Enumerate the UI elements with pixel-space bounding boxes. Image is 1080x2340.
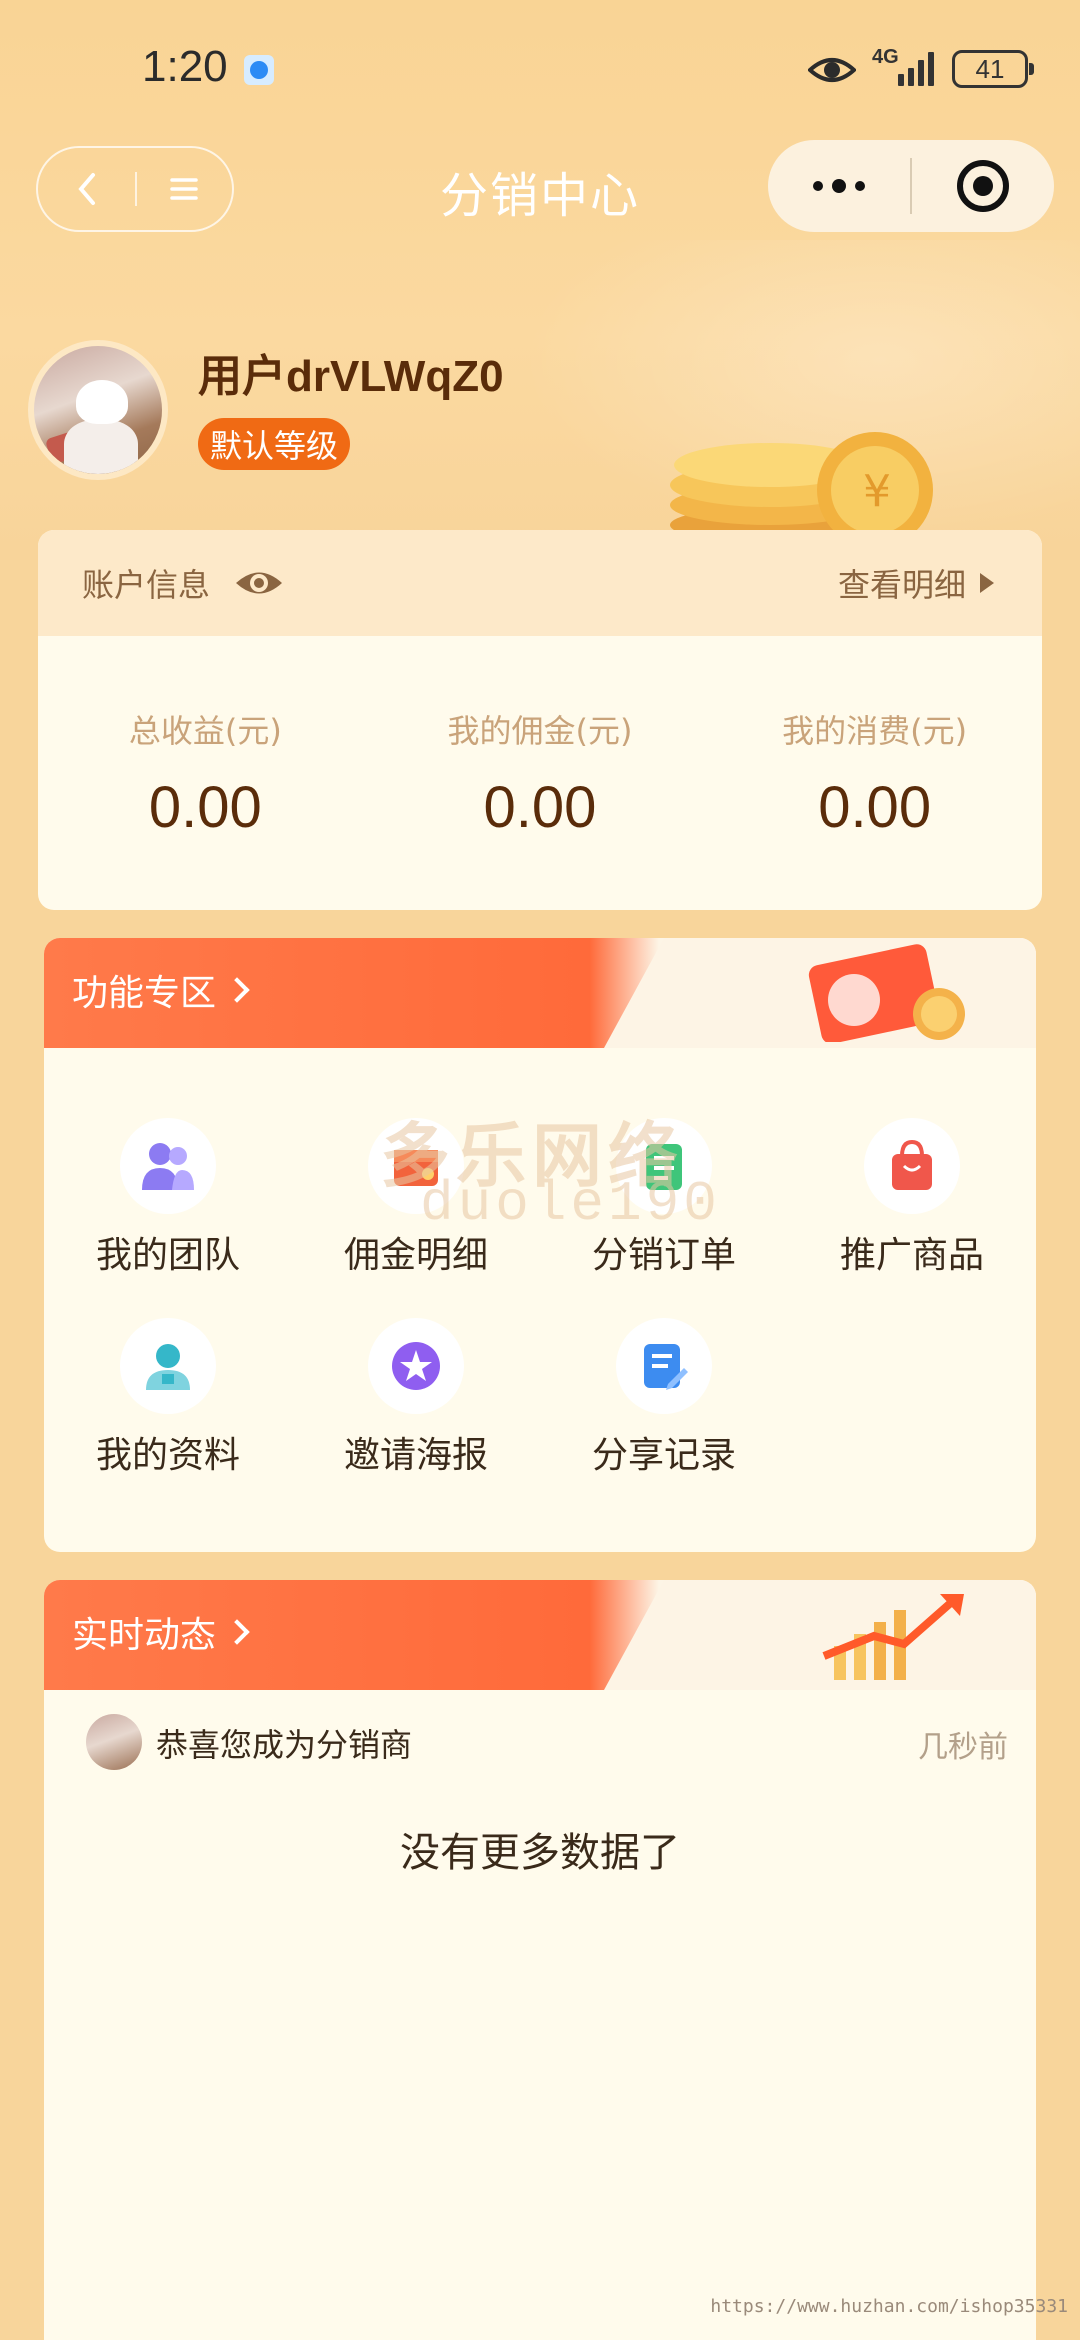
stat-label: 我的佣金(元) (447, 712, 633, 750)
target-icon (957, 160, 1009, 212)
chevron-right-icon (224, 977, 250, 1003)
stat-value: 0.00 (483, 775, 597, 840)
miniprogram-capsule (768, 140, 1054, 232)
svg-text:¥: ¥ (863, 466, 891, 517)
growth-chart-decoration (822, 1594, 964, 1680)
function-my-team[interactable]: 我的团队 (44, 1118, 292, 1278)
share-record-icon (616, 1318, 712, 1414)
realtime-title-text: 实时动态 (72, 1615, 217, 1656)
shopping-bag-icon (864, 1118, 960, 1214)
no-more-data: 没有更多数据了 (400, 1830, 680, 1876)
view-details-link[interactable]: 查看明细 (838, 560, 994, 606)
watermark: 多乐网络 duole190 (380, 1100, 717, 1240)
level-badge: 默认等级 (198, 418, 351, 470)
function-section-header[interactable]: 功能专区 (44, 938, 1036, 1048)
username: 用户drVLWqZ0 (198, 352, 504, 401)
stat-value: 0.00 (148, 775, 262, 840)
realtime-section: 实时动态 恭喜您成为分销商 几秒前 没有更多数据了 (44, 1580, 1036, 2340)
chevron-right-icon (224, 1619, 250, 1645)
function-label: 我的团队 (95, 1235, 240, 1276)
function-my-profile[interactable]: 我的资料 (44, 1318, 292, 1478)
red-envelope-decoration (808, 944, 965, 1042)
function-promote-products[interactable]: 推广商品 (788, 1118, 1036, 1278)
realtime-section-title: 实时动态 (72, 1606, 250, 1658)
function-label: 推广商品 (839, 1235, 984, 1276)
footer-url: https://www.huzhan.com/ishop35331 (710, 2296, 1068, 2317)
function-section: 功能专区 我的团队 佣金明细 分销订单 推广商品 我的资料 邀请海报 分享记录 (44, 938, 1036, 1552)
stat-total-income[interactable]: 总收益(元) 0.00 (45, 706, 365, 841)
account-title: 账户信息 (82, 560, 284, 606)
team-icon (120, 1118, 216, 1214)
account-title-text: 账户信息 (82, 566, 211, 604)
stat-value: 0.00 (818, 775, 932, 840)
function-label: 邀请海报 (343, 1435, 488, 1476)
feed-avatar (86, 1714, 142, 1770)
coins-decoration: ¥ (670, 432, 933, 540)
list-item: 恭喜您成为分销商 几秒前 (44, 1690, 1036, 1780)
triangle-right-icon (980, 573, 994, 593)
function-title-text: 功能专区 (72, 973, 217, 1014)
stat-label: 总收益(元) (128, 712, 282, 750)
watermark-line2: duole190 (420, 1172, 721, 1236)
close-miniprogram-button[interactable] (912, 140, 1054, 232)
stat-label: 我的消费(元) (782, 712, 968, 750)
profile-icon (120, 1318, 216, 1414)
signal-icon (898, 50, 934, 86)
stat-consumption[interactable]: 我的消费(元) 0.00 (715, 706, 1035, 841)
eye-icon (808, 58, 856, 82)
account-card-header: 账户信息 查看明细 (38, 530, 1042, 636)
function-share-records[interactable]: 分享记录 (540, 1318, 788, 1478)
realtime-section-header[interactable]: 实时动态 (44, 1580, 1036, 1690)
eye-toggle-icon[interactable] (234, 566, 284, 600)
status-bar: 1:20 4G 41 (0, 0, 1080, 140)
status-time: 1:20 (142, 42, 228, 91)
battery-icon: 41 (952, 50, 1034, 88)
feed-time: 几秒前 (918, 1730, 1008, 1765)
more-button[interactable] (768, 140, 910, 232)
battery-level: 41 (975, 53, 1005, 84)
account-info-card: 账户信息 查看明细 总收益(元) 0.00 我的佣金(元) 0.00 我的消费(… (38, 530, 1042, 910)
view-details-label: 查看明细 (837, 566, 966, 604)
avatar[interactable] (28, 340, 168, 480)
function-label: 我的资料 (95, 1435, 240, 1476)
function-label: 分享记录 (591, 1435, 736, 1476)
account-stats: 总收益(元) 0.00 我的佣金(元) 0.00 我的消费(元) 0.00 (38, 636, 1042, 841)
stat-commission[interactable]: 我的佣金(元) 0.00 (380, 706, 700, 841)
verified-icon (244, 55, 274, 85)
feed-text: 恭喜您成为分销商 (156, 1726, 413, 1764)
function-invite-poster[interactable]: 邀请海报 (292, 1318, 540, 1478)
function-section-title: 功能专区 (72, 964, 250, 1016)
network-type: 4G (872, 46, 899, 68)
poster-icon (368, 1318, 464, 1414)
